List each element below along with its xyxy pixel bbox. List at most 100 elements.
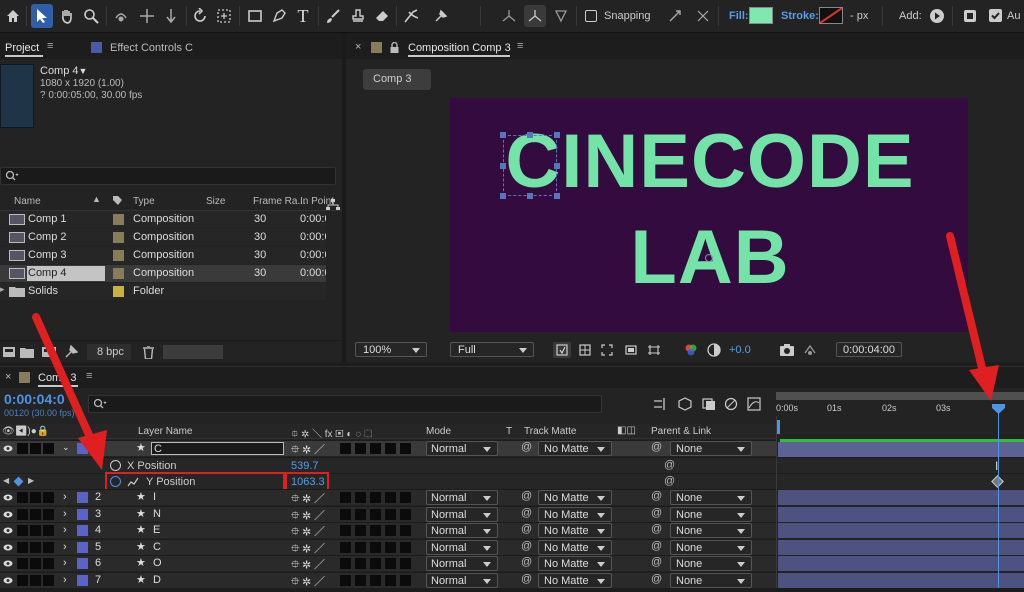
add-play-icon[interactable] bbox=[928, 7, 946, 25]
composition-menu-icon[interactable]: ≡ bbox=[517, 40, 523, 52]
layer-duration-bar[interactable] bbox=[778, 539, 1024, 555]
visibility-eye-icon[interactable] bbox=[3, 543, 13, 552]
project-item[interactable]: Comp 2 Composition 30 0:00:0 bbox=[0, 229, 326, 246]
col-t[interactable]: T bbox=[506, 426, 512, 437]
channel-rgb-icon[interactable] bbox=[682, 342, 700, 358]
resolution-dropdown[interactable]: Full bbox=[450, 342, 534, 357]
layer-row[interactable]: › 4 ★ E ⯐ ✲ ／ Normal @ No Matte @ None bbox=[0, 522, 776, 538]
layer-duration-bar[interactable] bbox=[778, 556, 1024, 571]
bezier-icon[interactable] bbox=[961, 7, 979, 25]
expand-chevron-icon[interactable]: › bbox=[63, 524, 67, 536]
layer-name[interactable]: C bbox=[153, 541, 161, 553]
tab-project[interactable]: Project bbox=[5, 42, 39, 54]
preserve-transparency-icon[interactable]: @ bbox=[521, 490, 532, 502]
layer-label-color[interactable] bbox=[77, 508, 88, 520]
snap-edges-icon[interactable] bbox=[666, 7, 684, 25]
col-frame-rate[interactable]: Frame Ra... bbox=[253, 196, 306, 207]
col-type[interactable]: Type bbox=[133, 196, 155, 207]
pick-whip-icon[interactable]: @ bbox=[651, 523, 662, 535]
layer-label-color[interactable] bbox=[77, 541, 88, 553]
pick-whip-icon[interactable]: @ bbox=[651, 573, 662, 585]
clone-stamp-icon[interactable] bbox=[349, 7, 367, 25]
mask-visibility-icon[interactable] bbox=[598, 342, 616, 358]
parent-dropdown[interactable]: None bbox=[670, 506, 752, 522]
label-color-chip[interactable] bbox=[113, 250, 124, 261]
layer-bar-c[interactable] bbox=[778, 442, 1024, 457]
timeline-current-time[interactable]: 0:00:04:0 bbox=[4, 391, 65, 407]
transform-handle[interactable] bbox=[554, 132, 560, 138]
pick-whip-icon[interactable]: @ bbox=[651, 441, 662, 453]
layer-row[interactable]: › 2 ★ I ⯐ ✲ ／ Normal @ No Matte @ None bbox=[0, 489, 776, 505]
project-item[interactable]: Comp 3 Composition 30 0:00:0 bbox=[0, 247, 326, 264]
col-parent-link[interactable]: Parent & Link bbox=[651, 426, 711, 437]
layer-mode-dropdown[interactable]: Normal bbox=[426, 556, 498, 571]
show-snapshot-icon[interactable] bbox=[801, 342, 819, 358]
type-icon[interactable]: T bbox=[293, 5, 313, 27]
rotate-icon[interactable] bbox=[191, 7, 209, 25]
brush-icon[interactable] bbox=[324, 7, 342, 25]
layer-row[interactable]: › 5 ★ C ⯐ ✲ ／ Normal @ No Matte @ None bbox=[0, 538, 776, 555]
expand-chevron-icon[interactable]: › bbox=[63, 491, 67, 503]
guide-options-icon[interactable] bbox=[622, 342, 640, 358]
expand-chevron-icon[interactable]: ⌄ bbox=[62, 442, 70, 453]
preserve-transparency-icon[interactable]: @ bbox=[521, 441, 532, 453]
x-pick-whip-icon[interactable]: @ bbox=[664, 459, 675, 471]
layer-row[interactable]: › 3 ★ N ⯐ ✲ ／ Normal @ No Matte @ None bbox=[0, 505, 776, 522]
visibility-eye-icon[interactable] bbox=[3, 526, 13, 535]
layer-mode-dropdown[interactable]: Normal bbox=[426, 572, 498, 588]
timeline-search-input[interactable] bbox=[88, 395, 602, 413]
flowchart-icon[interactable] bbox=[326, 199, 340, 211]
axis-view-icon[interactable] bbox=[552, 7, 570, 25]
axis-world-icon[interactable] bbox=[524, 5, 546, 27]
layer-name[interactable]: E bbox=[153, 524, 160, 536]
current-time-display[interactable]: 0:00:04:00 bbox=[836, 342, 902, 357]
expand-chevron-icon[interactable]: › bbox=[63, 574, 67, 586]
track-matte-dropdown[interactable]: No Matte bbox=[538, 441, 612, 456]
anchor-point-icon[interactable] bbox=[705, 254, 713, 262]
tab-timeline-comp[interactable]: Comp 3 bbox=[38, 372, 77, 384]
transform-handle[interactable] bbox=[554, 163, 560, 169]
track-matte-dropdown[interactable]: No Matte bbox=[538, 539, 612, 555]
new-composition-icon[interactable] bbox=[42, 345, 56, 359]
prev-keyframe-icon[interactable]: ◀ bbox=[3, 476, 9, 485]
col-size[interactable]: Size bbox=[206, 196, 225, 207]
comp-breadcrumb[interactable]: Comp 3 bbox=[363, 69, 431, 90]
project-search-input[interactable] bbox=[0, 167, 336, 185]
col-track-matte[interactable]: Track Matte bbox=[524, 426, 576, 437]
transparency-grid-icon[interactable] bbox=[576, 342, 594, 358]
layer-row-c[interactable]: ⌄ ★ C ⯐ ✲ ／ Normal @ No Matte @ None bbox=[0, 440, 776, 456]
safe-zones-icon[interactable] bbox=[645, 342, 663, 358]
layer-name[interactable]: O bbox=[153, 557, 162, 569]
pick-whip-icon[interactable]: @ bbox=[651, 507, 662, 519]
layer-row[interactable]: › 7 ★ D ⯐ ✲ ／ Normal @ No Matte @ None bbox=[0, 571, 776, 588]
hand-icon[interactable] bbox=[58, 7, 76, 25]
parent-dropdown[interactable]: None bbox=[670, 539, 752, 555]
zoom-icon[interactable] bbox=[82, 7, 100, 25]
exposure-value[interactable]: +0.0 bbox=[729, 344, 751, 356]
layer-label-color[interactable] bbox=[77, 574, 88, 586]
track-matte-dropdown[interactable]: No Matte bbox=[538, 523, 612, 538]
region-of-interest-icon[interactable] bbox=[553, 342, 571, 358]
layer-mode-dropdown[interactable]: Normal bbox=[426, 539, 498, 555]
stroke-color-swatch[interactable] bbox=[819, 7, 843, 24]
x-position-value[interactable]: 539.7 bbox=[291, 460, 319, 472]
pan-behind-icon[interactable] bbox=[215, 7, 233, 25]
label-color-chip[interactable] bbox=[113, 214, 124, 225]
project-scroll-indicator[interactable] bbox=[163, 345, 223, 359]
layer-label-color[interactable] bbox=[77, 558, 88, 569]
visibility-eye-icon[interactable] bbox=[3, 576, 13, 585]
transform-handle[interactable] bbox=[527, 193, 533, 199]
transform-handle[interactable] bbox=[500, 193, 506, 199]
label-color-chip[interactable] bbox=[113, 232, 124, 243]
layer-name-input[interactable]: C bbox=[151, 442, 284, 455]
preserve-transparency-icon[interactable]: @ bbox=[521, 507, 532, 519]
preserve-transparency-icon[interactable]: @ bbox=[521, 573, 532, 585]
stroke-width-unit[interactable]: - px bbox=[850, 10, 868, 22]
selection-icon[interactable] bbox=[31, 4, 53, 28]
new-folder-icon[interactable] bbox=[20, 345, 34, 359]
transform-handle[interactable] bbox=[527, 132, 533, 138]
interpret-footage-icon[interactable] bbox=[2, 345, 16, 359]
eraser-icon[interactable] bbox=[373, 7, 391, 25]
layer-label-color[interactable] bbox=[77, 525, 88, 536]
layer-switches[interactable]: ⯐ ✲ ／ bbox=[291, 573, 325, 592]
